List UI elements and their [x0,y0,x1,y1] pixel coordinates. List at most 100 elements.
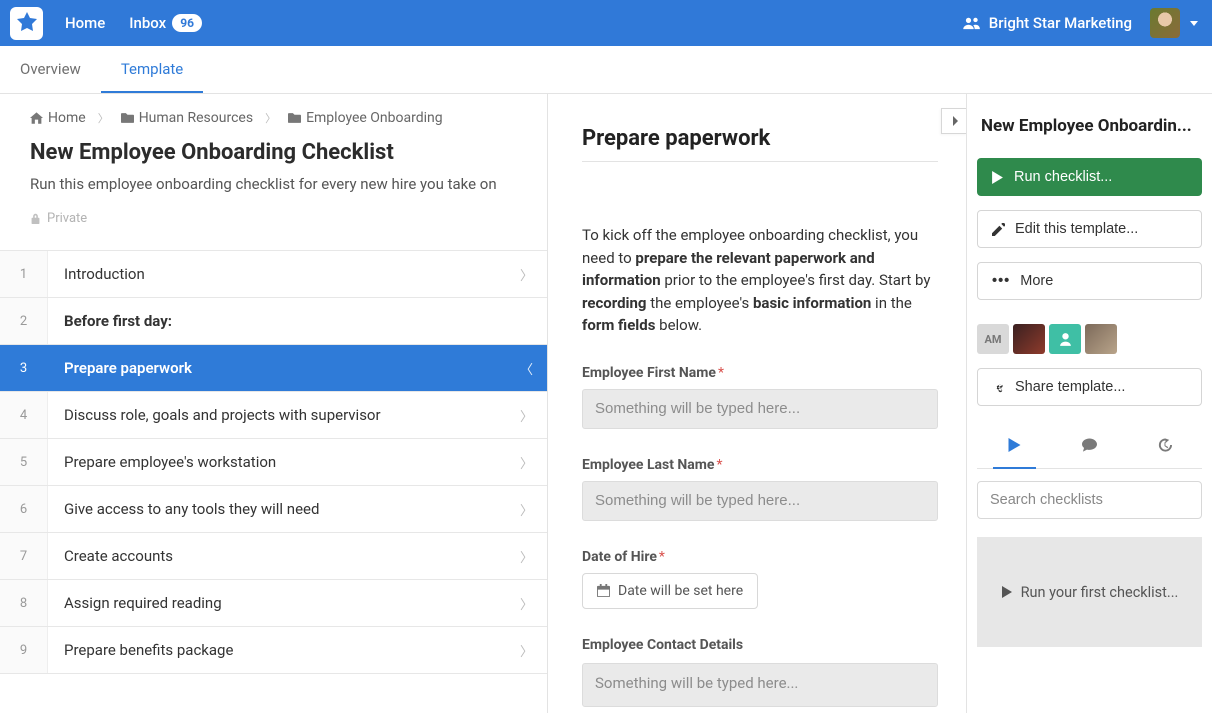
assignee-generic[interactable] [1049,324,1081,354]
step-number: 5 [0,439,48,485]
last-name-input[interactable] [582,481,938,521]
lock-icon [30,213,41,224]
sidebar-title: New Employee Onboardin... [977,98,1202,144]
run-first-checklist-button[interactable]: Run your first checklist... [977,537,1202,647]
date-of-hire-label: Date of Hire [582,549,657,565]
contact-details-input[interactable]: Something will be typed here... [582,663,938,707]
org-switcher[interactable]: Bright Star Marketing [963,14,1132,32]
sidebar-tab-comments[interactable] [1074,438,1105,458]
run-first-label: Run your first checklist... [1021,584,1179,601]
breadcrumb: Home 〉 Human Resources 〉 Employee Onboar… [0,94,547,126]
comment-icon [1082,438,1097,452]
history-icon [1157,438,1172,452]
content-title: Prepare paperwork [582,126,938,162]
step-label: Prepare benefits package [48,641,520,659]
first-name-input[interactable] [582,389,938,429]
pencil-icon [992,223,1005,236]
folder-icon [121,112,134,124]
chevron-right-icon [950,116,960,126]
crumb-hr[interactable]: Human Resources [121,110,253,126]
search-checklists-input[interactable] [977,481,1202,519]
users-icon [963,16,981,30]
step-label: Prepare employee's workstation [48,453,520,471]
privacy-label: Private [30,211,517,226]
first-name-label: Employee First Name [582,365,716,381]
folder-icon [288,112,301,124]
user-menu-caret-icon[interactable] [1190,21,1198,26]
step-label: Before first day: [48,312,547,330]
right-sidebar: New Employee Onboardin... Run checklist.… [966,94,1212,713]
share-template-button[interactable]: Share template... [977,368,1202,406]
privacy-text: Private [47,211,87,226]
sidebar-tab-runs[interactable] [999,438,1030,458]
chevron-right-icon: 〉 [520,547,533,566]
step-2-heading[interactable]: 2 Before first day: [0,298,547,345]
play-icon [991,171,1004,184]
step-number: 4 [0,392,48,438]
page-title: New Employee Onboarding Checklist [30,140,517,165]
step-list: 1 Introduction 〉 2 Before first day: 3 P… [0,250,547,674]
tab-overview[interactable]: Overview [0,46,101,93]
person-icon [1058,332,1073,347]
subnav: Overview Template [0,46,1212,94]
contact-details-label: Employee Contact Details [582,637,743,653]
last-name-label: Employee Last Name [582,457,714,473]
more-label: More [1020,273,1053,289]
edit-template-button[interactable]: Edit this template... [977,210,1202,248]
content-column: Prepare paperwork To kick off the employ… [548,94,966,713]
left-column: Home 〉 Human Resources 〉 Employee Onboar… [0,94,548,713]
chevron-right-icon: 〉 [520,453,533,472]
chevron-right-icon: 〉 [520,594,533,613]
assignee-initials[interactable]: AM [977,324,1009,354]
step-label: Prepare paperwork [48,359,520,377]
date-of-hire-picker[interactable]: Date will be set here [582,573,758,609]
chevron-right-icon: 〉 [520,641,533,660]
step-3[interactable]: 3 Prepare paperwork 〈 [0,345,547,392]
assignee-avatar[interactable] [1013,324,1045,354]
step-label: Discuss role, goals and projects with su… [48,406,520,424]
nav-inbox[interactable]: Inbox 96 [129,14,202,32]
app-logo[interactable] [10,7,43,40]
nav-home[interactable]: Home [65,14,105,32]
more-button[interactable]: ••• More [977,262,1202,300]
step-1[interactable]: 1 Introduction 〉 [0,251,547,298]
user-avatar[interactable] [1150,8,1180,38]
sidebar-tab-activity[interactable] [1149,438,1180,458]
required-mark: * [716,457,722,473]
date-placeholder-text: Date will be set here [618,583,743,599]
crumb-home[interactable]: Home [30,110,86,126]
assignee-avatar[interactable] [1085,324,1117,354]
crumb-folder-label: Employee Onboarding [306,110,443,126]
step-4[interactable]: 4 Discuss role, goals and projects with … [0,392,547,439]
step-9[interactable]: 9 Prepare benefits package 〉 [0,627,547,674]
page-description: Run this employee onboarding checklist f… [30,175,517,193]
chevron-right-icon: 〉 [98,110,109,126]
crumb-hr-label: Human Resources [139,110,253,126]
step-number: 1 [0,251,48,297]
step-number: 7 [0,533,48,579]
crumb-folder[interactable]: Employee Onboarding [288,110,443,126]
step-8[interactable]: 8 Assign required reading 〉 [0,580,547,627]
inbox-count-badge: 96 [172,14,202,32]
required-mark: * [718,365,724,381]
step-number: 3 [0,345,48,391]
sidebar-tabs [977,438,1202,469]
nav-inbox-label: Inbox [129,14,166,32]
tab-template[interactable]: Template [101,46,203,93]
step-6[interactable]: 6 Give access to any tools they will nee… [0,486,547,533]
home-icon [30,112,43,124]
assignee-chips: AM [977,324,1202,354]
step-5[interactable]: 5 Prepare employee's workstation 〉 [0,439,547,486]
step-label: Introduction [48,265,520,283]
step-label: Create accounts [48,547,520,565]
step-label: Assign required reading [48,594,520,612]
topnav: Home Inbox 96 Bright Star Marketing [0,0,1212,46]
share-icon [992,381,1005,394]
collapse-sidebar-button[interactable] [941,108,966,134]
step-7[interactable]: 7 Create accounts 〉 [0,533,547,580]
play-icon [1001,586,1013,598]
run-checklist-button[interactable]: Run checklist... [977,158,1202,196]
calendar-icon [597,584,610,597]
chevron-right-icon: 〉 [520,265,533,284]
content-body: To kick off the employee onboarding chec… [582,224,938,337]
